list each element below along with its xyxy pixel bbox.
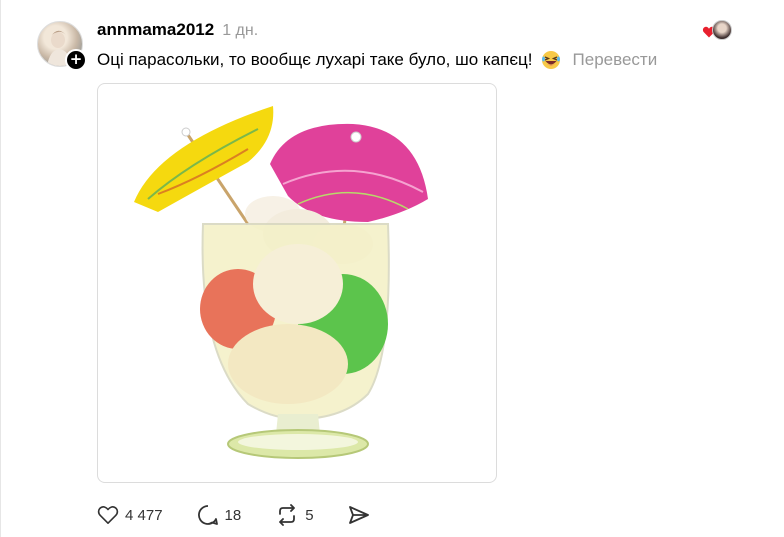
post-header: annmama2012 1 дн.: [97, 20, 258, 42]
comment-button[interactable]: 18: [197, 504, 242, 526]
comment-icon: [197, 505, 218, 525]
laughing-emoji-icon: [541, 51, 560, 69]
username[interactable]: annmama2012: [97, 20, 214, 40]
liker-avatar: [712, 20, 732, 40]
post-text: Оці парасольки, то вообщє лухарі таке бу…: [97, 50, 533, 69]
post-time[interactable]: 1 дн.: [222, 22, 258, 40]
post: + annmama2012 1 дн. Оці парасольки, то в…: [0, 0, 784, 537]
like-button[interactable]: 4 477: [97, 505, 163, 525]
comment-count: 18: [224, 506, 242, 524]
post-image[interactable]: [97, 83, 497, 483]
ice-cream-sundae-image: [134, 106, 428, 459]
follow-button[interactable]: +: [65, 49, 87, 71]
post-text-line: Оці парасольки, то вообщє лухарі таке бу…: [97, 50, 657, 70]
repost-icon: [279, 504, 296, 526]
heart-icon: [97, 506, 119, 524]
share-icon: [348, 506, 369, 524]
like-count: 4 477: [125, 506, 163, 524]
action-bar: 4 477 18 5: [97, 502, 410, 528]
translate-link[interactable]: Перевести: [573, 50, 658, 70]
repost-count: 5: [305, 506, 314, 524]
share-button[interactable]: [348, 505, 376, 525]
liked-by-indicator[interactable]: [702, 18, 734, 42]
avatar-container[interactable]: +: [37, 21, 87, 71]
repost-button[interactable]: 5: [275, 504, 314, 526]
